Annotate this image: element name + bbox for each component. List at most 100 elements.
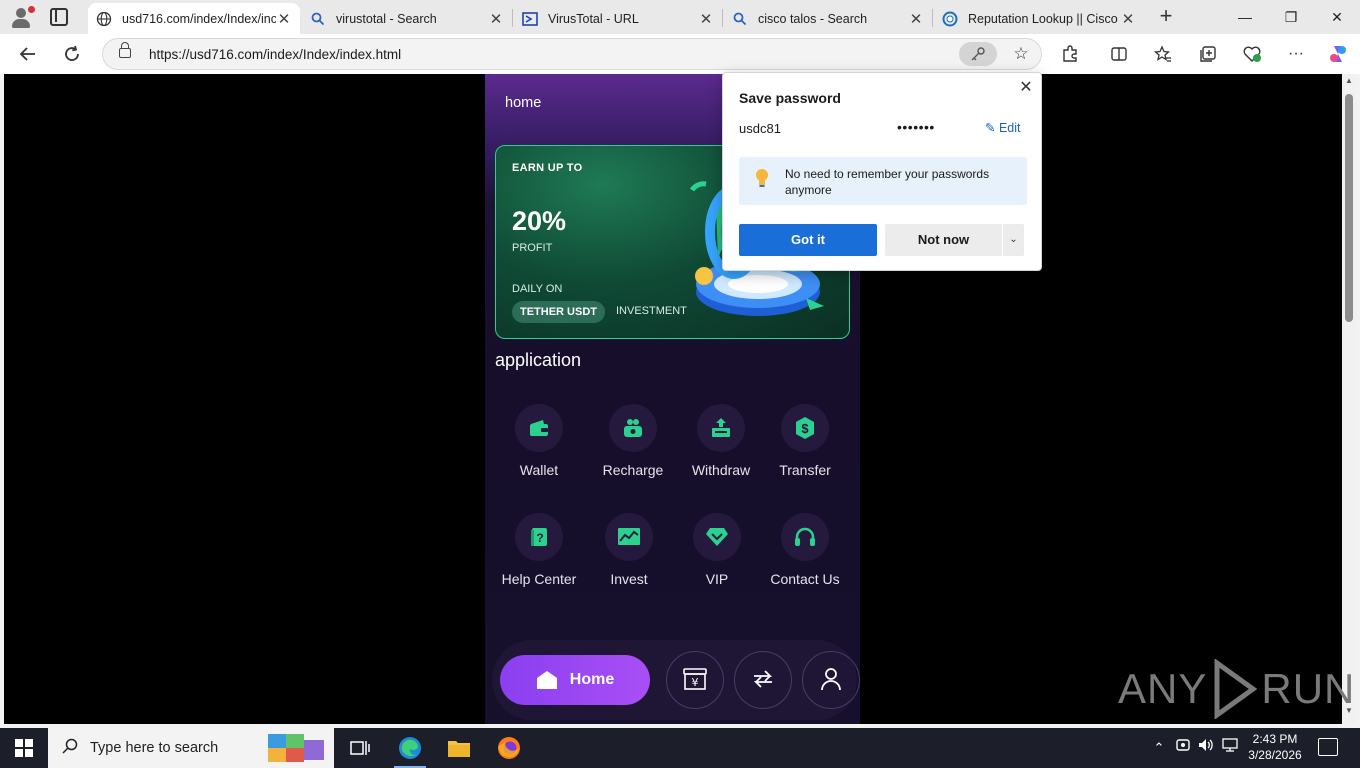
edit-button[interactable]: ✎ Edit <box>985 120 1021 135</box>
saved-password-masked: ••••••• <box>897 119 935 135</box>
lightbulb-icon <box>756 169 768 187</box>
tab-virustotal-url[interactable]: VirusTotal - URL ✕ <box>514 3 722 34</box>
task-view-icon[interactable] <box>336 728 384 768</box>
show-hidden-icons-chevron-icon[interactable]: ⌃ <box>1150 728 1168 768</box>
virustotal-icon <box>522 11 538 27</box>
tab-cisco-talos-reputation[interactable]: Reputation Lookup || Cisco T ✕ <box>934 3 1144 34</box>
favorite-star-icon[interactable]: ☆ <box>1009 42 1033 66</box>
scroll-up-arrow-icon[interactable]: ▲ <box>1344 76 1354 85</box>
app-item-wallet[interactable]: Wallet <box>497 404 581 480</box>
tab-title: cisco talos - Search <box>758 11 868 26</box>
tab-title: virustotal - Search <box>336 11 437 26</box>
nav-finance-button[interactable]: ¥ <box>666 651 724 709</box>
wallet-icon <box>515 404 563 452</box>
search-icon <box>62 738 80 759</box>
taskbar-search-placeholder: Type here to search <box>90 740 219 756</box>
system-clock[interactable]: 2:43 PM 3/28/2026 <box>1236 731 1314 763</box>
bottom-navigation: Home ¥ <box>492 640 860 720</box>
edit-label: Edit <box>998 121 1021 135</box>
clock-time: 2:43 PM <box>1252 732 1298 746</box>
profile-avatar-icon[interactable] <box>8 5 35 29</box>
tab-title: usd716.com/index/Index/inc <box>122 11 276 26</box>
split-screen-icon[interactable] <box>1107 42 1131 66</box>
firefox-icon[interactable] <box>485 728 533 768</box>
exchange-icon <box>750 667 776 694</box>
globe-icon <box>96 11 112 27</box>
back-arrow-icon[interactable] <box>14 40 42 68</box>
tab-separator <box>932 9 933 27</box>
play-logo-icon <box>1214 659 1258 719</box>
edge-taskbar-icon[interactable] <box>386 728 434 768</box>
refresh-icon[interactable] <box>58 40 86 68</box>
svg-text:$: $ <box>801 421 809 436</box>
app-item-transfer[interactable]: $ Transfer <box>763 404 847 480</box>
taskbar-search-box[interactable]: Type here to search <box>48 728 334 768</box>
app-item-vip[interactable]: VIP <box>675 513 759 589</box>
file-explorer-icon[interactable] <box>435 728 483 768</box>
banner-investment-label: INVESTMENT <box>616 305 687 317</box>
saved-username: usdc81 <box>739 121 781 136</box>
chevron-down-icon[interactable]: ⌄ <box>1003 224 1024 256</box>
app-item-invest[interactable]: Invest <box>587 513 671 589</box>
browser-essentials-icon[interactable] <box>1240 42 1264 66</box>
collections-icon[interactable] <box>1196 42 1220 66</box>
tab-close-icon[interactable]: ✕ <box>908 10 924 28</box>
app-item-contact-us[interactable]: Contact Us <box>763 513 847 589</box>
password-key-icon[interactable] <box>959 42 997 66</box>
user-icon <box>819 666 843 695</box>
talos-icon <box>942 11 958 27</box>
minimize-icon[interactable]: — <box>1222 0 1268 34</box>
tab-virustotal-search[interactable]: virustotal - Search ✕ <box>302 3 512 34</box>
app-item-withdraw[interactable]: Withdraw <box>679 404 763 480</box>
app-item-label: Contact Us <box>770 571 840 587</box>
close-icon[interactable]: ✕ <box>1016 78 1036 98</box>
new-tab-button[interactable]: + <box>1155 5 1177 28</box>
extensions-icon[interactable] <box>1058 42 1082 66</box>
tab-separator <box>722 9 723 27</box>
lock-icon[interactable] <box>119 42 131 58</box>
invest-icon <box>605 513 653 561</box>
svg-text:¥: ¥ <box>692 676 699 689</box>
more-options-icon[interactable]: ··· <box>1284 42 1308 66</box>
got-it-button[interactable]: Got it <box>739 224 877 256</box>
app-item-label: Withdraw <box>691 462 751 478</box>
section-title: application <box>495 350 582 370</box>
banner-earn-label: EARN UP TO <box>512 162 583 174</box>
vip-diamond-icon <box>693 513 741 561</box>
password-tip-box: No need to remember your passwords anymo… <box>739 157 1027 205</box>
tab-close-icon[interactable]: ✕ <box>276 10 292 28</box>
restore-icon[interactable]: ❐ <box>1268 0 1314 34</box>
close-window-icon[interactable]: ✕ <box>1314 0 1360 34</box>
browser-tab-strip: usd716.com/index/Index/inc ✕ virustotal … <box>0 0 1360 34</box>
svg-text:?: ? <box>536 531 543 545</box>
nav-home-button[interactable]: Home <box>500 655 650 705</box>
favorites-icon[interactable] <box>1151 42 1175 66</box>
app-item-label: Recharge <box>602 462 664 478</box>
nav-profile-button[interactable] <box>802 651 860 709</box>
tab-usd716[interactable]: usd716.com/index/Index/inc ✕ <box>88 3 300 34</box>
address-bar[interactable]: https://usd716.com/index/Index/index.htm… <box>102 38 1042 70</box>
device-meeting-icon[interactable] <box>1174 728 1192 768</box>
withdraw-icon <box>697 404 745 452</box>
notification-center-icon[interactable] <box>1318 738 1338 756</box>
banner-daily-label: DAILY ON <box>512 283 563 295</box>
windows-start-icon[interactable] <box>15 739 33 757</box>
app-item-recharge[interactable]: Recharge <box>591 404 675 480</box>
tab-close-icon[interactable]: ✕ <box>488 10 504 28</box>
nav-exchange-button[interactable] <box>734 651 792 709</box>
tab-close-icon[interactable]: ✕ <box>1120 10 1136 28</box>
not-now-button[interactable]: Not now <box>885 224 1002 256</box>
app-item-help-center[interactable]: ? Help Center <box>497 513 581 589</box>
page-title: home <box>505 95 542 111</box>
url-text[interactable]: https://usd716.com/index/Index/index.htm… <box>149 47 401 62</box>
page-scrollbar[interactable]: ▲ ▼ <box>1342 74 1356 724</box>
volume-icon[interactable] <box>1196 728 1216 768</box>
scrollbar-thumb[interactable] <box>1345 94 1353 322</box>
nav-home-label: Home <box>569 671 615 688</box>
copilot-icon[interactable] <box>1326 42 1350 66</box>
tab-close-icon[interactable]: ✕ <box>698 10 714 28</box>
tab-cisco-talos-search[interactable]: cisco talos - Search ✕ <box>724 3 932 34</box>
tab-title: Reputation Lookup || Cisco T <box>968 11 1120 26</box>
tab-actions-icon[interactable] <box>50 8 68 26</box>
clock-date: 3/28/2026 <box>1248 748 1302 762</box>
